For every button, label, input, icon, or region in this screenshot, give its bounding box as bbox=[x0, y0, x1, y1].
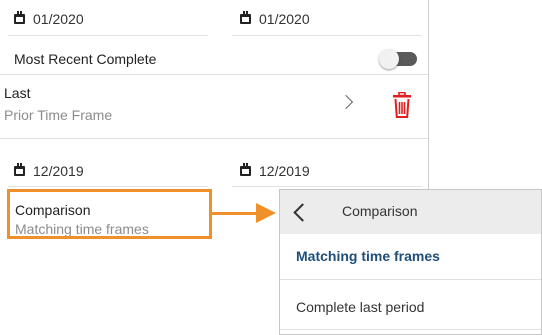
prior-start-date-field[interactable]: 12/2019 bbox=[14, 157, 84, 185]
arrow-head bbox=[256, 203, 276, 223]
end-date-underline bbox=[232, 35, 422, 36]
calendar-icon bbox=[14, 163, 25, 176]
start-date-underline bbox=[8, 35, 208, 36]
calendar-icon bbox=[14, 11, 25, 24]
start-date-value: 01/2020 bbox=[33, 11, 84, 27]
start-date-field[interactable]: 01/2020 bbox=[14, 5, 84, 33]
most-recent-complete-label: Most Recent Complete bbox=[14, 51, 157, 67]
prior-end-date-value: 12/2019 bbox=[259, 163, 310, 179]
chevron-left-icon[interactable] bbox=[293, 203, 312, 222]
toggle-knob bbox=[379, 49, 399, 69]
calendar-icon bbox=[240, 11, 251, 24]
trash-icon[interactable] bbox=[392, 92, 412, 119]
most-recent-complete-toggle[interactable] bbox=[379, 49, 417, 69]
chevron-right-icon bbox=[338, 94, 354, 110]
last-row-subtitle: Prior Time Frame bbox=[4, 107, 113, 123]
comparison-popup: Comparison Matching time frames Complete… bbox=[279, 189, 542, 335]
popup-header: Comparison bbox=[280, 190, 541, 234]
comparison-highlight-box bbox=[7, 189, 212, 239]
popup-title: Comparison bbox=[342, 203, 418, 219]
calendar-icon bbox=[240, 163, 251, 176]
prior-end-date-field[interactable]: 12/2019 bbox=[240, 157, 310, 185]
end-date-value: 01/2020 bbox=[259, 11, 310, 27]
end-date-field[interactable]: 01/2020 bbox=[240, 5, 310, 33]
prior-start-date-value: 12/2019 bbox=[33, 163, 84, 179]
prior-end-date-underline bbox=[232, 186, 422, 187]
option-complete-last-period[interactable]: Complete last period bbox=[296, 299, 424, 315]
divider bbox=[280, 279, 541, 280]
last-row-title: Last bbox=[4, 85, 31, 101]
divider bbox=[0, 138, 428, 139]
divider bbox=[0, 74, 428, 75]
prior-start-date-underline bbox=[8, 186, 208, 187]
arrow-right-icon bbox=[212, 212, 258, 215]
option-matching-time-frames[interactable]: Matching time frames bbox=[296, 248, 440, 264]
divider bbox=[280, 329, 541, 330]
